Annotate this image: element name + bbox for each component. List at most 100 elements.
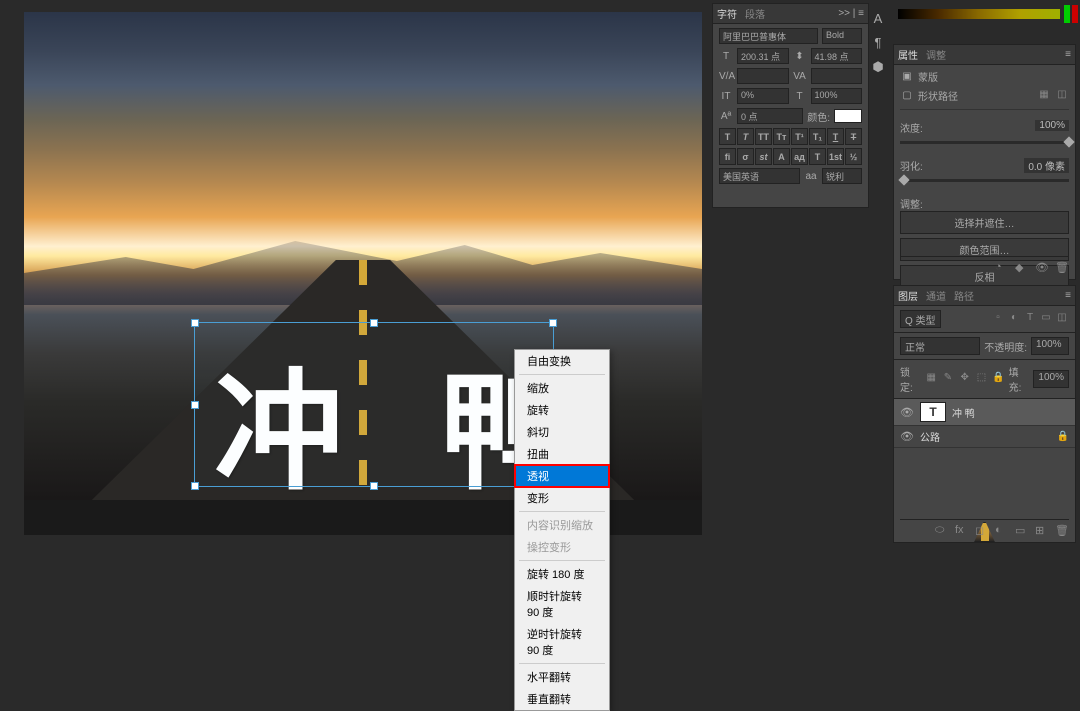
lock-pixels-icon[interactable]: ✎ — [942, 372, 955, 386]
link-layers-icon[interactable]: ⬭ — [935, 524, 949, 538]
select-and-mask-button[interactable]: 选择并遮住… — [900, 211, 1069, 234]
filter-text-icon[interactable]: T — [1023, 312, 1037, 326]
disable-mask-icon[interactable]: 👁 — [1035, 261, 1049, 275]
smallcaps-button[interactable]: Tᴛ — [773, 128, 790, 145]
menu-rotate-90-ccw[interactable]: 逆时针旋转 90 度 — [515, 623, 609, 661]
layer-style-icon[interactable]: fx — [955, 524, 969, 538]
group-icon[interactable]: ▭ — [1015, 524, 1029, 538]
adjustment-layer-icon[interactable]: ◐ — [995, 524, 1009, 538]
font-size-input[interactable]: 200.31 点 — [737, 48, 789, 64]
handle-mid-left[interactable] — [191, 401, 199, 409]
font-family-dropdown[interactable]: 阿里巴巴普惠体 — [719, 28, 818, 44]
slider-thumb[interactable] — [1063, 136, 1074, 147]
menu-distort[interactable]: 扭曲 — [515, 443, 609, 465]
handle-bottom-left[interactable] — [191, 482, 199, 490]
panel-menu-icon[interactable]: ≡ — [1065, 49, 1071, 60]
new-layer-icon[interactable]: ⊞ — [1035, 524, 1049, 538]
color-gradient-bar[interactable] — [898, 9, 1060, 19]
layer-name[interactable]: 公路 — [920, 429, 1051, 444]
titling-button[interactable]: A — [773, 148, 790, 165]
blend-mode-dropdown[interactable]: 正常 — [900, 337, 980, 355]
handle-top-right[interactable] — [549, 319, 557, 327]
menu-warp[interactable]: 变形 — [515, 487, 609, 509]
layer-name[interactable]: 冲 鸭 — [952, 405, 1069, 420]
superscript-button[interactable]: T¹ — [791, 128, 808, 145]
layer-thumbnail[interactable]: T — [920, 402, 946, 422]
tab-layers[interactable]: 图层 — [898, 288, 918, 303]
density-value[interactable]: 100% — [1035, 120, 1069, 131]
underline-button[interactable]: T — [827, 128, 844, 145]
pixel-mask-icon[interactable]: ▦ — [1037, 89, 1051, 103]
subscript-button[interactable]: T₁ — [809, 128, 826, 145]
transform-context-menu[interactable]: 自由变换 缩放 旋转 斜切 扭曲 透视 变形 内容识别缩放 操控变形 旋转 18… — [514, 349, 610, 711]
language-dropdown[interactable]: 美国英语 — [719, 168, 800, 184]
half-button[interactable]: ½ — [845, 148, 862, 165]
allcaps-button[interactable]: TT — [755, 128, 772, 145]
menu-scale[interactable]: 缩放 — [515, 377, 609, 399]
lock-icon[interactable]: 🔒 — [1057, 431, 1069, 442]
layer-mask-icon[interactable]: ◻ — [975, 524, 989, 538]
lock-position-icon[interactable]: ✥ — [958, 372, 971, 386]
font-style-dropdown[interactable]: Bold — [822, 28, 862, 44]
handle-top-left[interactable] — [191, 319, 199, 327]
tab-paragraph[interactable]: 段落 — [745, 6, 765, 21]
tab-character[interactable]: 字符 — [717, 6, 737, 21]
tab-channels[interactable]: 通道 — [926, 288, 946, 303]
layer-row-text[interactable]: 👁 T 冲 鸭 — [894, 399, 1075, 426]
bold-button[interactable]: T — [719, 128, 736, 145]
opacity-input[interactable]: 100% — [1031, 337, 1069, 355]
text-color-swatch[interactable] — [834, 109, 862, 123]
leading-input[interactable]: 41.98 点 — [811, 48, 863, 64]
stylistic-button[interactable]: st — [755, 148, 772, 165]
ligature-button[interactable]: fi — [719, 148, 736, 165]
vector-mask-icon[interactable]: ◫ — [1055, 89, 1069, 103]
slider-thumb[interactable] — [898, 174, 909, 185]
filter-image-icon[interactable]: ▫ — [991, 312, 1005, 326]
handle-bottom-center[interactable] — [370, 482, 378, 490]
delete-mask-icon[interactable]: 🗑 — [1055, 261, 1069, 275]
tab-paths[interactable]: 路径 — [954, 288, 974, 303]
visibility-icon[interactable]: 👁 — [900, 430, 914, 443]
filter-shape-icon[interactable]: ▭ — [1039, 312, 1053, 326]
panel-collapse-button[interactable]: >> | ≡ — [838, 8, 864, 19]
menu-rotate[interactable]: 旋转 — [515, 399, 609, 421]
character-dock-icon[interactable]: A — [870, 11, 886, 27]
density-slider[interactable] — [900, 141, 1069, 144]
menu-perspective[interactable]: 透视 — [515, 465, 609, 487]
menu-free-transform[interactable]: 自由变换 — [515, 350, 609, 372]
lock-all-icon[interactable]: 🔒 — [992, 372, 1005, 386]
filter-smart-icon[interactable]: ◫ — [1055, 312, 1069, 326]
fill-input[interactable]: 100% — [1033, 370, 1069, 388]
3d-dock-icon[interactable]: ⬢ — [870, 59, 886, 75]
transform-selection[interactable] — [194, 322, 554, 487]
ordinal-button[interactable]: aд — [791, 148, 808, 165]
antialias-dropdown[interactable]: 锐利 — [822, 168, 862, 184]
filter-type-dropdown[interactable]: Q 类型 — [900, 310, 941, 328]
menu-rotate-180[interactable]: 旋转 180 度 — [515, 563, 609, 585]
tracking-input[interactable] — [811, 68, 863, 84]
menu-flip-horizontal[interactable]: 水平翻转 — [515, 666, 609, 688]
feather-value[interactable]: 0.0 像素 — [1024, 158, 1069, 173]
panel-menu-icon[interactable]: ≡ — [1065, 290, 1071, 301]
menu-skew[interactable]: 斜切 — [515, 421, 609, 443]
fraction-button[interactable]: T — [809, 148, 826, 165]
hscale-input[interactable]: 100% — [811, 88, 863, 104]
lock-transparent-icon[interactable]: ▦ — [925, 372, 938, 386]
apply-mask-icon[interactable]: ◆ — [1015, 261, 1029, 275]
lock-artboard-icon[interactable]: ⬚ — [975, 372, 988, 386]
menu-flip-vertical[interactable]: 垂直翻转 — [515, 688, 609, 710]
paragraph-dock-icon[interactable]: ¶ — [870, 35, 886, 51]
menu-rotate-90-cw[interactable]: 顺时针旋转 90 度 — [515, 585, 609, 623]
italic-button[interactable]: T — [737, 128, 754, 145]
filter-adjust-icon[interactable]: ◐ — [1007, 312, 1021, 326]
kerning-input[interactable] — [737, 68, 789, 84]
vscale-input[interactable]: 0% — [737, 88, 789, 104]
tab-adjustments[interactable]: 调整 — [926, 47, 946, 62]
strikethrough-button[interactable]: T — [845, 128, 862, 145]
visibility-icon[interactable]: 👁 — [900, 406, 914, 419]
handle-top-center[interactable] — [370, 319, 378, 327]
oldstyle-button[interactable]: σ — [737, 148, 754, 165]
first-button[interactable]: 1st — [827, 148, 844, 165]
color-marker-green[interactable] — [1064, 5, 1070, 23]
layer-row-background[interactable]: 👁 公路 🔒 — [894, 426, 1075, 448]
